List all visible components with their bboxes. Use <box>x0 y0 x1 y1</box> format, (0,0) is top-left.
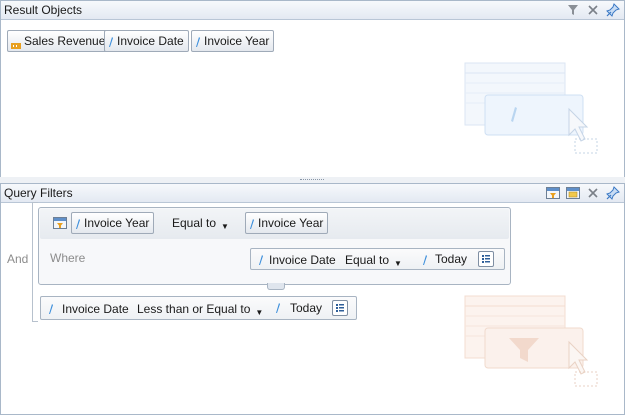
dimension-icon <box>195 36 200 47</box>
dimension-icon <box>249 218 254 229</box>
result-object-invoice-date[interactable]: Invoice Date <box>104 30 189 52</box>
result-object-invoice-year[interactable]: Invoice Year <box>191 30 275 52</box>
dimension-icon <box>258 254 263 265</box>
query-filters-panel: Query Filters And Invoice Year Equal to … <box>0 183 625 415</box>
drag-objects-watermark-icon <box>464 62 598 154</box>
subquery-operator-dropdown[interactable]: Equal to ▼ <box>172 216 229 231</box>
chip-label: Invoice Year <box>84 216 150 230</box>
collapse-subquery-tab[interactable] <box>267 283 285 290</box>
chip-label: Invoice Year <box>204 34 270 48</box>
condition-operator-dropdown[interactable]: Less than or Equal to ▼ <box>137 302 264 317</box>
list-icon <box>482 255 490 263</box>
list-of-values-button[interactable] <box>332 300 348 316</box>
dimension-icon <box>275 302 280 313</box>
pin-icon[interactable] <box>606 3 620 17</box>
drag-filters-watermark-icon <box>464 295 598 387</box>
query-filters-header-icons <box>546 185 620 201</box>
result-objects-header-icons <box>566 2 620 18</box>
dimension-icon <box>48 303 53 314</box>
subquery-object-chip[interactable]: Invoice Year <box>71 212 155 234</box>
operator-label: Less than or Equal to <box>137 302 251 316</box>
list-of-values-button[interactable] <box>478 251 494 267</box>
chip-label: Sales Revenue <box>24 34 106 48</box>
close-icon[interactable] <box>586 186 600 200</box>
condition-object[interactable]: Invoice Date <box>62 302 129 316</box>
where-label: Where <box>50 251 86 265</box>
chevron-down-icon: ▼ <box>221 222 229 231</box>
result-objects-panel: Result Objects Sales Revenue Invoice Dat… <box>0 0 625 179</box>
pin-icon[interactable] <box>606 186 620 200</box>
where-condition-object[interactable]: Invoice Date <box>269 253 336 267</box>
subquery-operand-chip[interactable]: Invoice Year <box>245 212 329 234</box>
splitter-grip[interactable] <box>300 179 324 182</box>
result-objects-header: Result Objects <box>1 1 624 20</box>
operator-label: Equal to <box>345 253 390 267</box>
chevron-down-icon: ▼ <box>255 308 264 317</box>
list-icon <box>336 304 344 312</box>
where-condition-operator-dropdown[interactable]: Equal to ▼ <box>345 253 402 268</box>
close-icon[interactable] <box>586 3 600 17</box>
dimension-icon <box>108 36 113 47</box>
operator-label: Equal to <box>172 216 217 230</box>
chip-label: Invoice Date <box>117 34 184 48</box>
add-ranking-icon[interactable] <box>566 186 580 200</box>
query-filters-header: Query Filters <box>1 184 624 203</box>
subquery-icon <box>53 217 67 229</box>
chevron-down-icon: ▼ <box>394 259 402 268</box>
dimension-icon <box>75 218 80 229</box>
dimension-icon <box>422 254 427 265</box>
query-filters-title: Query Filters <box>4 186 73 200</box>
subquery-filter[interactable]: Invoice Year Equal to ▼ Invoice Year Wher… <box>38 207 511 285</box>
condition-operand[interactable]: Today <box>290 301 322 315</box>
filter-condition-row[interactable]: Invoice Date Less than or Equal to ▼ Toda… <box>40 296 357 320</box>
chip-label: Invoice Year <box>258 216 324 230</box>
and-operator-label[interactable]: And <box>7 252 28 266</box>
result-objects-title: Result Objects <box>4 3 83 17</box>
where-condition-row[interactable]: Invoice Date Equal to ▼ Today <box>250 248 505 270</box>
result-object-sales-revenue[interactable]: Sales Revenue <box>7 30 111 52</box>
where-condition-operand[interactable]: Today <box>435 252 467 266</box>
filter-icon[interactable] <box>566 3 580 17</box>
add-subquery-icon[interactable] <box>546 186 560 200</box>
measure-icon <box>11 38 21 49</box>
